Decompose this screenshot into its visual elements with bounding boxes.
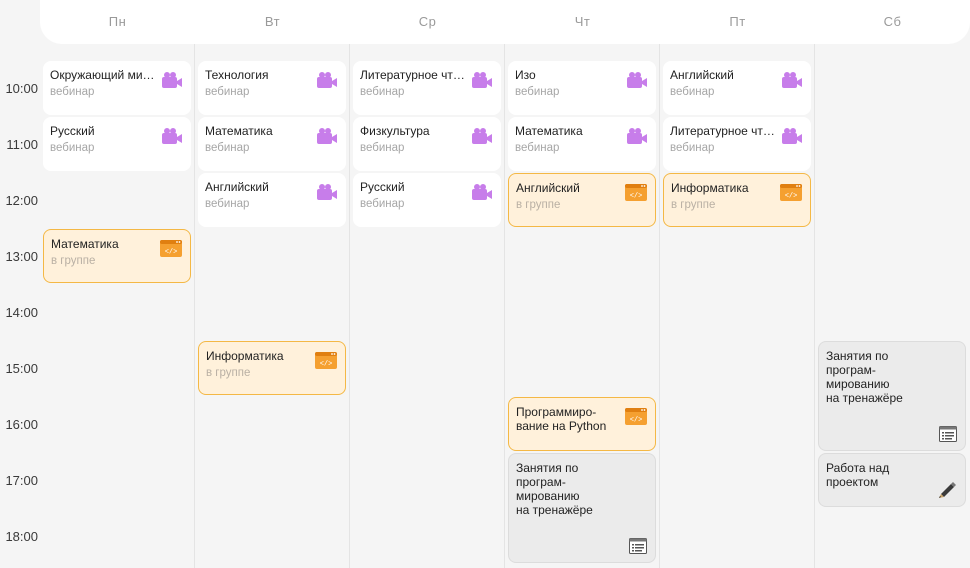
lesson-card[interactable]: Математика вебинар [198,117,346,171]
lesson-card[interactable]: Английский в группе </> [508,173,656,227]
time-label: 14:00 [5,305,38,320]
lesson-card[interactable]: Физкультура вебинар [353,117,501,171]
lesson-format: в группе [671,199,716,211]
lesson-card[interactable]: Окружающий ми… вебинар [43,61,191,115]
lesson-format: вебинар [205,86,250,98]
day-label: Ср [418,14,437,29]
column-divider [504,44,505,568]
lesson-card[interactable]: Информатика в группе </> [198,341,346,395]
time-label: 12:00 [5,193,38,208]
time-label: 16:00 [5,417,38,432]
lesson-title: Информатика [206,349,284,363]
lesson-title: Изо [515,68,536,82]
lesson-card[interactable]: Русский вебинар [43,117,191,171]
lesson-title: Окружающий ми… [50,68,155,82]
lesson-format: вебинар [360,198,405,210]
lesson-card[interactable]: Занятия по програм-мированию на тренажёре [508,453,656,563]
svg-text:</>: </> [785,193,798,201]
lesson-title: Английский [516,181,580,195]
time-label: 17:00 [5,473,38,488]
lesson-title: Информатика [671,181,749,195]
lesson-card[interactable]: Информатика в группе </> [663,173,811,227]
lesson-title: Русский [360,180,405,194]
lesson-card[interactable]: Математика вебинар [508,117,656,171]
lesson-format: вебинар [670,86,715,98]
lesson-title: Литературное чт… [670,124,775,138]
column-divider [194,44,195,568]
time-label: 13:00 [5,249,38,264]
lesson-title: Программиро-вание на Python [516,405,607,433]
lesson-format: вебинар [205,198,250,210]
lesson-format: вебинар [50,86,95,98]
lesson-format: вебинар [360,86,405,98]
lesson-card[interactable]: Литературное чт… вебинар [663,117,811,171]
lesson-card[interactable]: Изо вебинар [508,61,656,115]
svg-text:</>: </> [320,361,333,369]
lesson-card[interactable]: Занятия по програм-мированию на тренажёре [818,341,966,451]
svg-text:</>: </> [630,193,643,201]
column-divider [659,44,660,568]
lesson-title: Технология [205,68,269,82]
time-label: 15:00 [5,361,38,376]
lesson-format: вебинар [360,142,405,154]
lesson-card[interactable]: Технология вебинар [198,61,346,115]
lesson-title: Русский [50,124,95,138]
lesson-title: Работа над проектом [826,461,890,489]
time-label: 18:00 [5,529,38,544]
day-label: Пт [729,14,746,29]
day-label: Пн [108,14,127,29]
time-label: 11:00 [6,137,38,152]
lesson-card[interactable]: Программиро-вание на Python </> [508,397,656,451]
svg-text:</>: </> [630,417,643,425]
lesson-title: Английский [670,68,734,82]
lesson-format: вебинар [515,142,560,154]
lesson-title: Английский [205,180,269,194]
time-label: 10:00 [5,81,38,96]
lesson-card[interactable]: Русский вебинар [353,173,501,227]
lesson-format: вебинар [205,142,250,154]
lesson-title: Литературное чт… [360,68,465,82]
lesson-card[interactable]: Математика в группе </> [43,229,191,283]
lesson-title: Физкультура [360,124,430,138]
lesson-card[interactable]: Литературное чт… вебинар [353,61,501,115]
lesson-title: Занятия по програм-мированию на тренажёре [516,461,593,517]
column-divider [814,44,815,568]
lesson-format: вебинар [670,142,715,154]
svg-text:</>: </> [165,249,178,257]
column-divider [349,44,350,568]
lesson-title: Математика [515,124,583,138]
lesson-title: Занятия по програм-мированию на тренажёре [826,349,903,405]
lesson-format: в группе [516,199,561,211]
lesson-format: в группе [206,367,251,379]
day-label: Чт [574,14,591,29]
lesson-format: вебинар [50,142,95,154]
lesson-format: вебинар [515,86,560,98]
lesson-format: в группе [51,255,96,267]
lesson-title: Математика [51,237,119,251]
day-label: Вт [264,14,281,29]
lesson-card[interactable]: Английский вебинар [198,173,346,227]
lesson-card[interactable]: Английский вебинар [663,61,811,115]
lesson-title: Математика [205,124,273,138]
day-label: Сб [883,14,902,29]
lesson-card[interactable]: Работа над проектом [818,453,966,507]
